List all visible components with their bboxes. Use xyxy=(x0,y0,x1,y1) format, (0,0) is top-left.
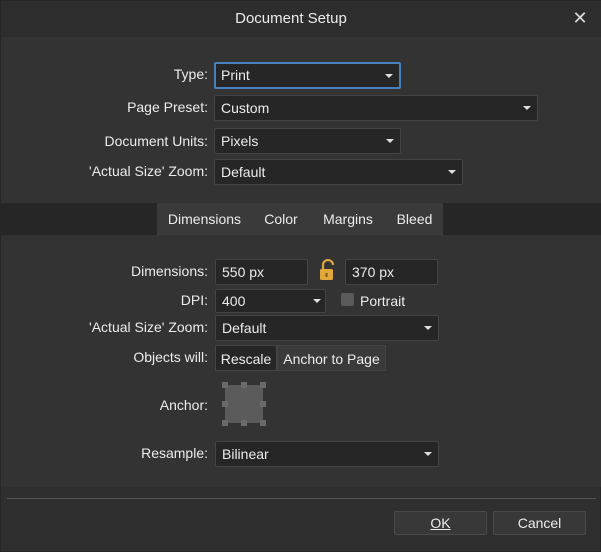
chevron-down-icon xyxy=(448,170,456,174)
chevron-down-icon xyxy=(386,139,394,143)
chevron-down-icon xyxy=(385,74,393,78)
chevron-down-icon xyxy=(424,452,432,456)
anchor-label: Anchor: xyxy=(159,397,208,413)
document-units-select[interactable]: Pixels xyxy=(214,128,401,154)
resample-value: Bilinear xyxy=(222,446,269,462)
chevron-down-icon xyxy=(424,326,432,330)
document-units-label: Document Units: xyxy=(104,133,208,149)
actual-size-zoom-select-2[interactable]: Default xyxy=(215,315,439,341)
actual-size-zoom-value: Default xyxy=(221,164,266,180)
dpi-label: DPI: xyxy=(180,292,208,308)
chevron-down-icon xyxy=(523,106,531,110)
anchor-grid-icon[interactable] xyxy=(222,382,266,426)
resample-label: Resample: xyxy=(141,445,208,461)
actual-size-zoom-value-2: Default xyxy=(222,320,267,336)
dimensions-label: Dimensions: xyxy=(130,263,208,279)
tab-margins[interactable]: Margins xyxy=(310,203,386,235)
dpi-value: 400 xyxy=(222,293,246,309)
type-select[interactable]: Print xyxy=(214,62,401,89)
resample-select[interactable]: Bilinear xyxy=(215,441,439,467)
lock-icon[interactable] xyxy=(317,259,339,283)
type-label: Type: xyxy=(173,66,208,82)
portrait-label: Portrait xyxy=(360,293,406,309)
title-bar: Document Setup ✕ xyxy=(1,1,601,37)
actual-size-zoom-label-2: 'Actual Size' Zoom: xyxy=(89,319,208,335)
ok-button-label: OK xyxy=(430,515,451,531)
page-preset-label: Page Preset: xyxy=(127,99,208,115)
type-select-value: Print xyxy=(221,67,250,83)
footer-divider xyxy=(7,498,596,499)
dpi-combo[interactable]: 400 xyxy=(215,289,326,313)
portrait-checkbox[interactable] xyxy=(341,293,354,306)
page-preset-value: Custom xyxy=(221,100,270,116)
height-input[interactable]: 370 px xyxy=(345,259,438,285)
chevron-down-icon xyxy=(313,299,321,303)
tab-color[interactable]: Color xyxy=(252,203,310,235)
page-preset-select[interactable]: Custom xyxy=(214,95,538,121)
cancel-button[interactable]: Cancel xyxy=(493,511,586,535)
document-setup-dialog: Document Setup ✕ Type: Print Page Preset… xyxy=(0,0,601,552)
actual-size-zoom-label: 'Actual Size' Zoom: xyxy=(89,163,208,179)
dialog-title: Document Setup xyxy=(235,10,347,27)
rescale-option[interactable]: Rescale xyxy=(215,345,277,371)
document-units-value: Pixels xyxy=(221,133,259,149)
ok-button[interactable]: OK xyxy=(394,511,487,535)
actual-size-zoom-select[interactable]: Default xyxy=(214,159,463,185)
close-icon[interactable]: ✕ xyxy=(570,7,590,29)
tab-bleed[interactable]: Bleed xyxy=(386,203,443,235)
tab-dimensions[interactable]: Dimensions xyxy=(157,203,252,235)
width-input[interactable]: 550 px xyxy=(215,259,308,285)
anchor-to-page-option[interactable]: Anchor to Page xyxy=(277,345,386,371)
objects-will-label: Objects will: xyxy=(133,349,208,365)
